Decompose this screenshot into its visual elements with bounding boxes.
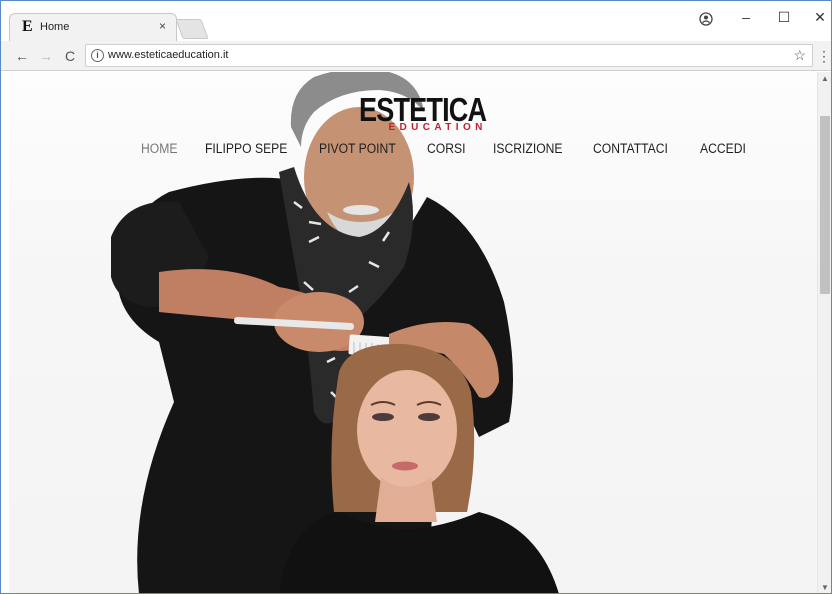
browser-toolbar: ← → C i www.esteticaeducation.it ☆ ⋮	[1, 41, 831, 71]
browser-menu-icon[interactable]: ⋮	[817, 47, 831, 65]
site-info-icon[interactable]: i	[91, 49, 104, 62]
site-logo[interactable]: ESTETICA EDUCATION	[359, 91, 514, 133]
tab-title: Home	[40, 21, 70, 33]
nav-item-home[interactable]: HOME	[141, 141, 177, 159]
url-text[interactable]: www.esteticaeducation.it	[108, 49, 228, 61]
nav-item-corsi[interactable]: CORSI	[427, 141, 465, 159]
nav-item-accedi[interactable]: ACCEDI	[700, 141, 746, 159]
scroll-down-icon[interactable]: ▼	[821, 583, 829, 592]
address-bar[interactable]: i www.esteticaeducation.it ☆	[85, 44, 813, 67]
nav-item-iscrizione[interactable]: ISCRIZIONE	[493, 141, 563, 159]
maximize-button[interactable]: ☐	[769, 7, 799, 27]
scrollbar-thumb[interactable]	[820, 116, 830, 294]
logo-wordmark: ESTETICA	[359, 91, 487, 128]
reload-button[interactable]: C	[61, 47, 79, 65]
browser-window: E Home × – ☐ ✕ ← → C i www.esteticaeduca…	[0, 0, 832, 594]
browser-tab-home[interactable]: E Home ×	[9, 13, 177, 41]
page-scrollbar[interactable]: ▲ ▼	[817, 72, 831, 593]
nav-item-contattaci[interactable]: CONTATTACI	[593, 141, 668, 159]
nav-item-pivot-point[interactable]: PIVOT POINT	[319, 141, 396, 159]
close-window-button[interactable]: ✕	[805, 7, 831, 27]
page-viewport: ESTETICA EDUCATION HOME FILIPPO SEPE PIV…	[9, 72, 817, 593]
profile-icon[interactable]	[699, 12, 713, 26]
close-tab-icon[interactable]: ×	[159, 20, 166, 32]
bookmark-star-icon[interactable]: ☆	[793, 47, 806, 64]
forward-button[interactable]: →	[37, 47, 55, 65]
nav-item-filippo-sepe[interactable]: FILIPPO SEPE	[205, 141, 287, 159]
browser-titlebar: E Home × – ☐ ✕	[1, 1, 831, 41]
minimize-button[interactable]: –	[731, 7, 761, 27]
site-favicon-icon: E	[22, 18, 33, 35]
scroll-up-icon[interactable]: ▲	[821, 74, 829, 83]
new-tab-button[interactable]	[175, 19, 209, 39]
back-button[interactable]: ←	[13, 47, 31, 65]
site-navigation: HOME FILIPPO SEPE PIVOT POINT CORSI ISCR…	[141, 141, 774, 159]
